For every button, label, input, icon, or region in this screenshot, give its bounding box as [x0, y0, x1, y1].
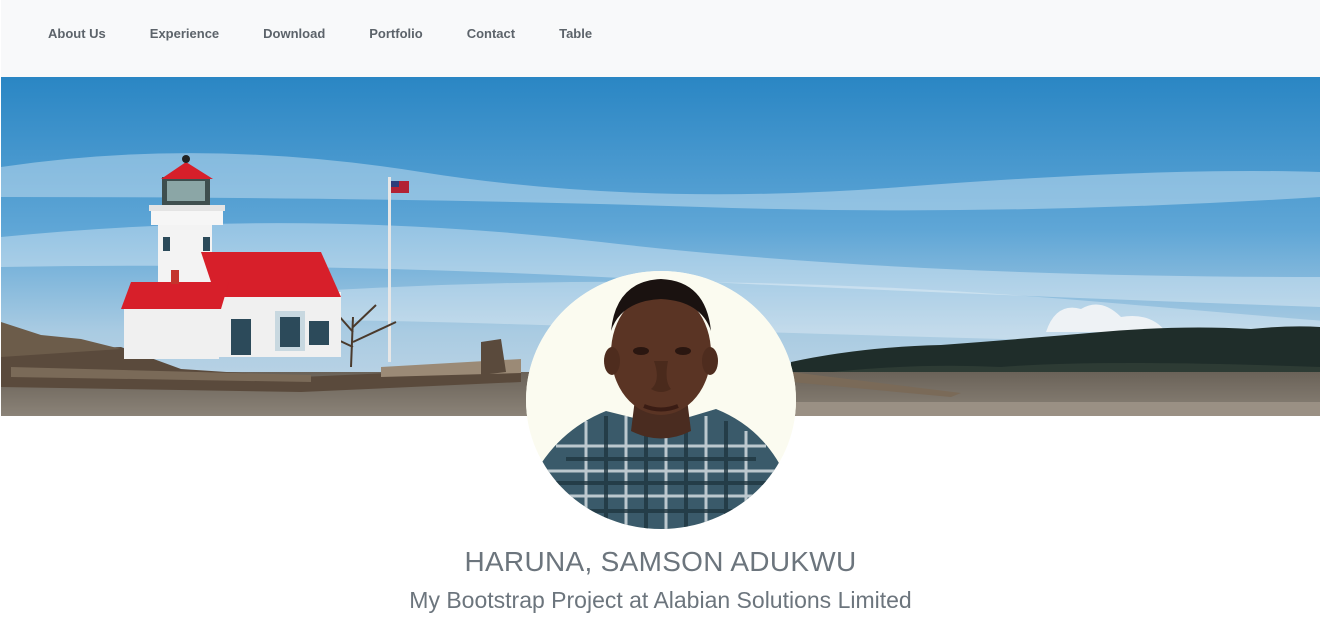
nav-item-about-us[interactable]: About Us — [48, 26, 106, 42]
profile-name: HARUNA, SAMSON ADUKWU — [464, 546, 857, 577]
nav-list: About Us Experience Download Portfolio C… — [48, 26, 636, 42]
page-scrollbar[interactable] — [1321, 0, 1333, 621]
navbar: About Us Experience Download Portfolio C… — [1, 0, 1320, 77]
nav-item-download[interactable]: Download — [263, 26, 325, 42]
nav-item-experience[interactable]: Experience — [150, 26, 219, 42]
page: About Us Experience Download Portfolio C… — [0, 0, 1333, 621]
nav-item-contact[interactable]: Contact — [467, 26, 515, 42]
profile-subtitle: My Bootstrap Project at Alabian Solution… — [409, 587, 912, 613]
nav-item-table[interactable]: Table — [559, 26, 592, 42]
nav-item-portfolio[interactable]: Portfolio — [369, 26, 422, 42]
profile-avatar — [526, 271, 796, 529]
